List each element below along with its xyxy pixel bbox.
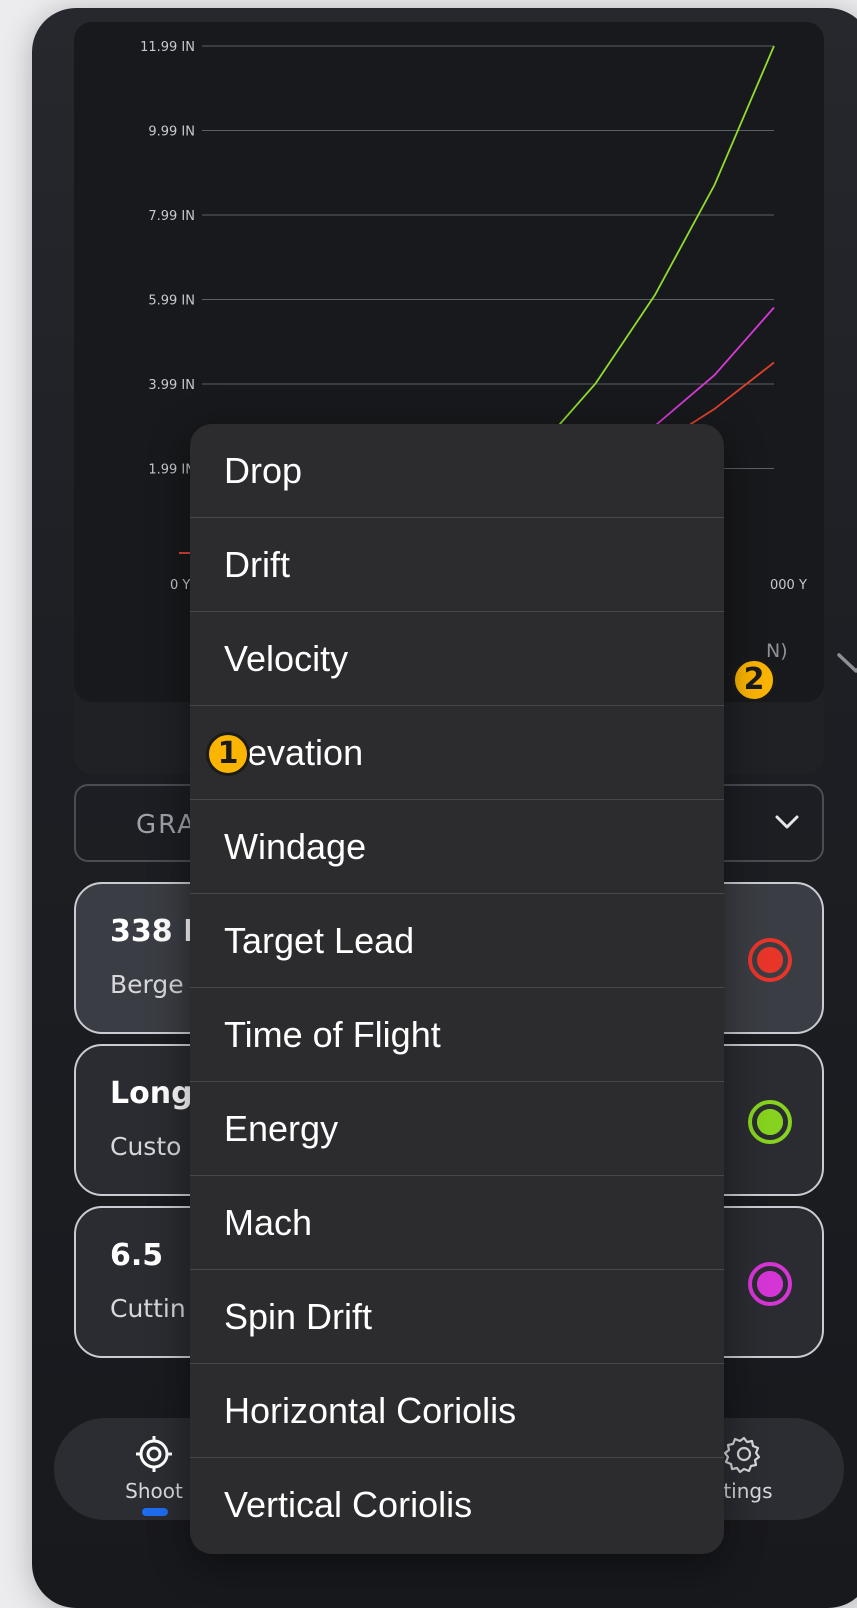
- active-tab-indicator: [142, 1508, 168, 1516]
- load-color-dot[interactable]: [748, 1100, 792, 1144]
- menu-item-elevation[interactable]: evation: [190, 706, 724, 800]
- chevron-down-icon[interactable]: [836, 652, 857, 674]
- load-subtitle: Berge: [110, 970, 184, 999]
- menu-item-velocity[interactable]: Velocity: [190, 612, 724, 706]
- menu-item-drift[interactable]: Drift: [190, 518, 724, 612]
- y-tick-label: 7.99 IN: [148, 209, 195, 224]
- grade-label: GRA: [136, 810, 197, 840]
- menu-item-vertical-coriolis[interactable]: Vertical Coriolis: [190, 1458, 724, 1552]
- load-color-dot[interactable]: [748, 938, 792, 982]
- menu-item-target-lead[interactable]: Target Lead: [190, 894, 724, 988]
- load-name: Long: [110, 1076, 193, 1111]
- x-tick-label: 000 Y: [770, 578, 807, 593]
- chart-metric-dropdown: Drop Drift Velocity evation Windage Targ…: [190, 424, 724, 1554]
- menu-item-energy[interactable]: Energy: [190, 1082, 724, 1176]
- menu-item-windage[interactable]: Windage: [190, 800, 724, 894]
- load-subtitle: Custo: [110, 1132, 182, 1161]
- y-tick-label: 11.99 IN: [140, 40, 195, 55]
- y-tick-label: 1.99 IN: [148, 463, 195, 478]
- series-selector-label[interactable]: N): [766, 640, 788, 662]
- annotation-badge-2: 2: [732, 658, 776, 702]
- load-name: 6.5: [110, 1238, 164, 1273]
- menu-item-time-of-flight[interactable]: Time of Flight: [190, 988, 724, 1082]
- x-tick-label: 0 Y: [170, 578, 190, 593]
- y-tick-label: 9.99 IN: [148, 125, 195, 140]
- load-subtitle: Cuttin: [110, 1294, 186, 1323]
- menu-item-horizontal-coriolis[interactable]: Horizontal Coriolis: [190, 1364, 724, 1458]
- menu-item-mach[interactable]: Mach: [190, 1176, 724, 1270]
- gear-icon: [723, 1436, 761, 1474]
- y-tick-label: 5.99 IN: [148, 294, 195, 309]
- y-tick-label: 3.99 IN: [148, 378, 195, 393]
- crosshair-icon: [136, 1436, 172, 1472]
- chevron-down-icon: [775, 815, 799, 829]
- annotation-badge-1: 1: [206, 732, 250, 776]
- load-color-dot[interactable]: [748, 1262, 792, 1306]
- menu-item-spin-drift[interactable]: Spin Drift: [190, 1270, 724, 1364]
- menu-item-drop[interactable]: Drop: [190, 424, 724, 518]
